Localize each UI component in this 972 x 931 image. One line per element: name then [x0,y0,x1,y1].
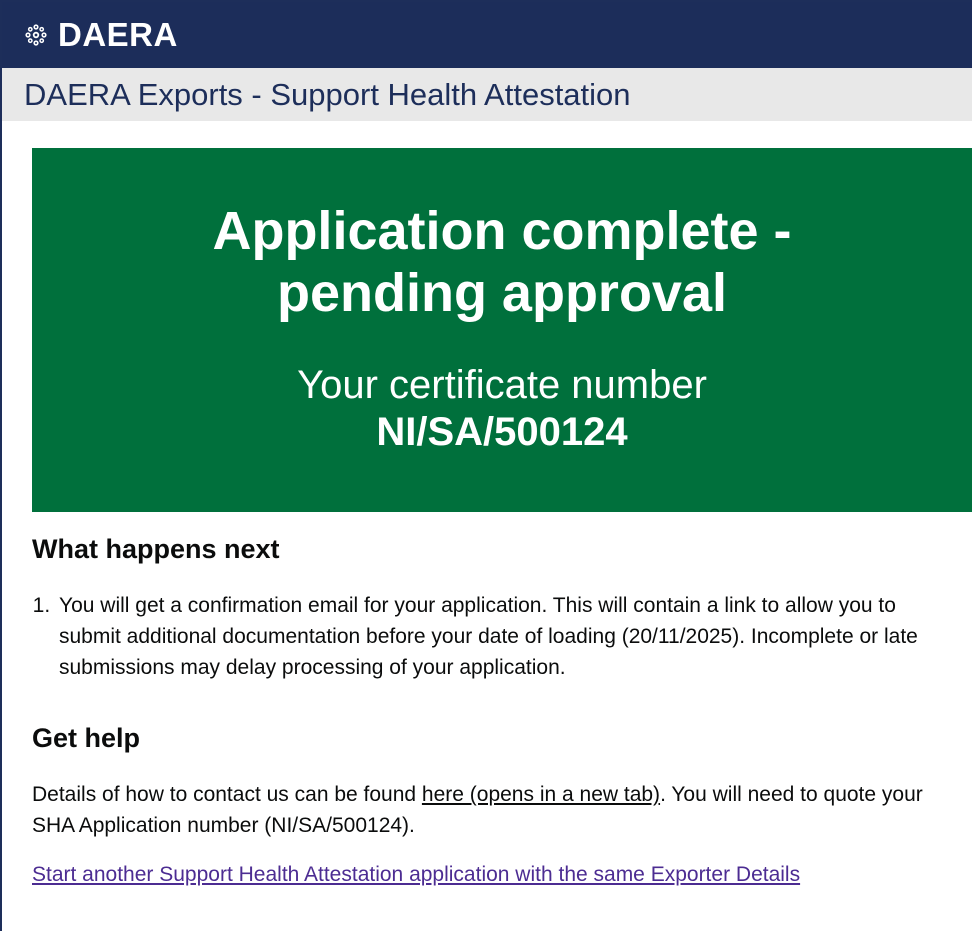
certificate-number: NI/SA/500124 [376,410,628,454]
page: DAERA DAERA Exports - Support Health Att… [0,0,972,931]
help-paragraph: Details of how to contact us can be foun… [32,779,962,841]
help-text-before: Details of how to contact us can be foun… [32,783,422,806]
panel-title-line-1: Application complete - [212,201,792,261]
start-another-application-link[interactable]: Start another Support Health Attestation… [32,863,800,887]
list-item: You will get a confirmation email for yo… [56,590,962,683]
confirmation-panel: Application complete - pending approval … [32,148,972,512]
what-happens-next-heading: What happens next [32,534,280,564]
main-content: What happens next You will get a confirm… [32,532,962,887]
next-steps-list: You will get a confirmation email for yo… [32,590,962,683]
certificate-label: Your certificate number [297,363,707,407]
contact-us-link[interactable]: here (opens in a new tab) [422,783,660,806]
header-bar: DAERA [2,2,972,68]
service-name-bar: DAERA Exports - Support Health Attestati… [2,68,972,121]
get-help-heading: Get help [32,723,141,753]
panel-body: Your certificate number NI/SA/500124 [32,362,972,456]
brand-logo-text[interactable]: DAERA [58,16,178,54]
panel-title-line-2: pending approval [276,263,728,323]
daera-crest-icon [24,23,48,47]
panel-title: Application complete - pending approval [32,200,972,324]
service-name[interactable]: DAERA Exports - Support Health Attestati… [24,77,631,113]
